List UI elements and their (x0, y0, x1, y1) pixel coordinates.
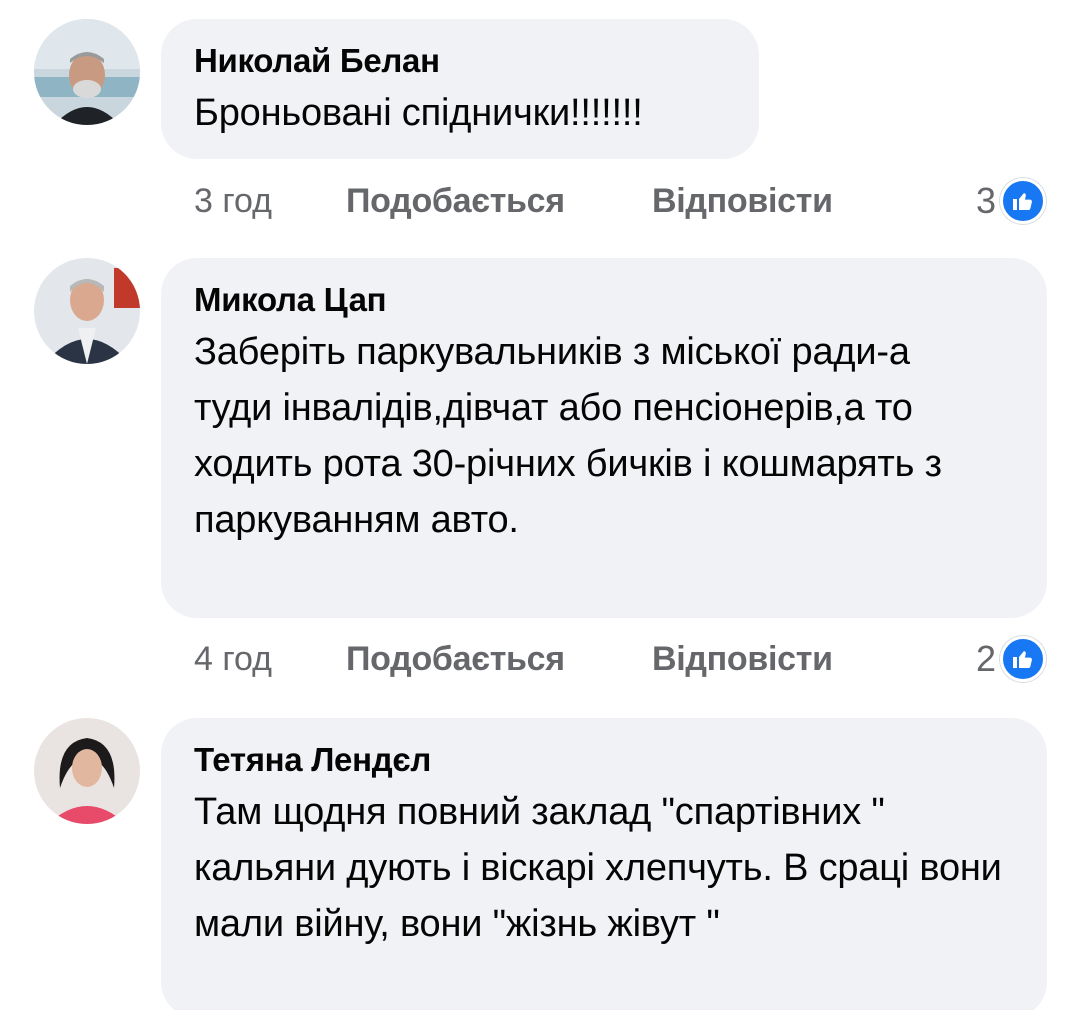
comment-text: Заберіть паркувальників з міської ради-а… (194, 331, 942, 541)
comment-time[interactable]: 3 год (194, 182, 346, 221)
reaction-summary[interactable]: 3 (976, 176, 1046, 226)
avatar-image (34, 718, 140, 824)
avatar-image (34, 19, 140, 125)
comment-bubble: Микола Цап Заберіть паркувальників з міс… (161, 258, 1047, 618)
comment-author[interactable]: Микола Цап (194, 280, 1013, 320)
comment-text: Броньовані спіднички!!!!!!! (194, 92, 643, 134)
thumbs-up-icon (1000, 178, 1046, 224)
reaction-summary[interactable]: 2 (976, 634, 1046, 684)
comment-actions: 4 год Подобається Відповісти (194, 634, 833, 684)
reaction-count: 2 (975, 638, 996, 679)
like-button[interactable]: Подобається (346, 182, 652, 221)
comment-author[interactable]: Николай Белан (194, 41, 725, 81)
comment-actions: 3 год Подобається Відповісти (194, 176, 833, 226)
comment-text: Там щодня повний заклад "спартівних " ка… (194, 791, 1002, 945)
reply-button[interactable]: Відповісти (652, 640, 833, 679)
avatar[interactable] (34, 718, 140, 824)
avatar-image (34, 258, 140, 364)
comment-author[interactable]: Тетяна Лендєл (194, 740, 1013, 780)
comment-bubble: Николай Белан Броньовані спіднички!!!!!!… (161, 19, 759, 159)
reply-button[interactable]: Відповісти (652, 182, 833, 221)
comment-bubble: Тетяна Лендєл Там щодня повний заклад "с… (161, 718, 1047, 1010)
reaction-count: 3 (975, 180, 996, 221)
thumbs-up-icon (1000, 636, 1046, 682)
avatar[interactable] (34, 19, 140, 125)
like-button[interactable]: Подобається (346, 640, 652, 679)
avatar[interactable] (34, 258, 140, 364)
comment-time[interactable]: 4 год (194, 640, 346, 679)
